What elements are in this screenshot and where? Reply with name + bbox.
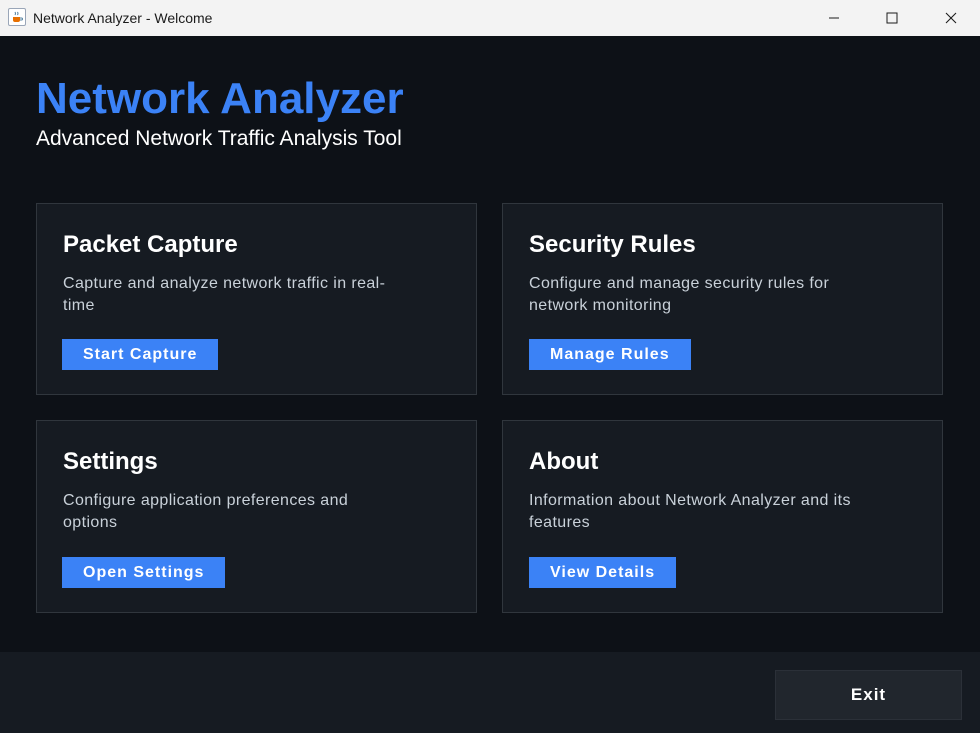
java-cup-icon [8, 8, 26, 26]
card-description: Configure application preferences and op… [63, 492, 349, 531]
manage-rules-button[interactable]: Manage Rules [529, 339, 691, 370]
app-subtitle: Advanced Network Traffic Analysis Tool [36, 127, 402, 150]
card-security-rules: Security Rules Configure and manage secu… [502, 203, 943, 395]
close-icon[interactable] [922, 0, 980, 36]
view-details-button[interactable]: View Details [529, 557, 677, 588]
card-title: Security Rules [529, 231, 696, 258]
minimize-icon[interactable] [805, 0, 863, 36]
maximize-icon[interactable] [863, 0, 921, 36]
card-description: Capture and analyze network traffic in r… [63, 275, 386, 314]
card-title: Packet Capture [63, 231, 238, 258]
exit-button[interactable]: Exit [775, 670, 962, 720]
welcome-panel: Network Analyzer Advanced Network Traffi… [0, 36, 980, 652]
window-title: Network Analyzer - Welcome [33, 10, 213, 26]
app-title: Network Analyzer [36, 74, 404, 123]
card-title: About [529, 448, 599, 475]
start-capture-button[interactable]: Start Capture [62, 339, 219, 370]
window-titlebar: Network Analyzer - Welcome [0, 0, 980, 36]
card-packet-capture: Packet Capture Capture and analyze netwo… [36, 203, 477, 395]
card-description: Information about Network Analyzer and i… [529, 492, 851, 531]
card-title: Settings [63, 448, 158, 475]
open-settings-button[interactable]: Open Settings [62, 557, 226, 588]
footer-bar: Exit [0, 652, 980, 733]
card-settings: Settings Configure application preferenc… [36, 420, 477, 613]
card-description: Configure and manage security rules for … [529, 275, 830, 314]
card-about: About Information about Network Analyzer… [502, 420, 943, 613]
